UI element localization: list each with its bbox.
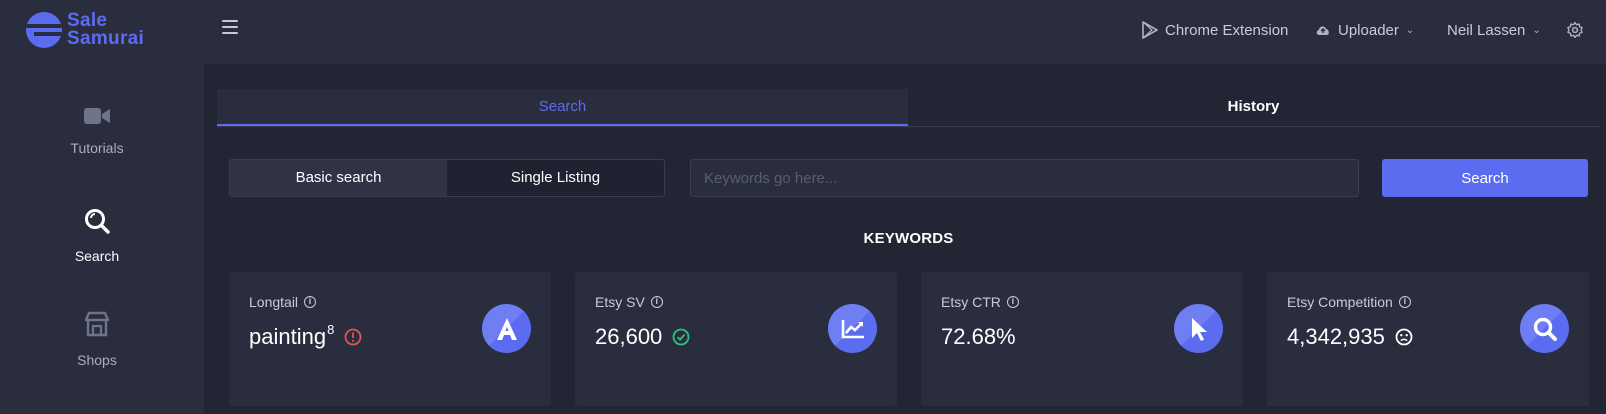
trend-chart-icon <box>828 304 877 353</box>
sidebar-item-tutorials[interactable]: Tutorials <box>0 106 194 156</box>
logo-text: Sale Samurai <box>67 10 145 49</box>
info-icon[interactable]: i <box>1398 296 1411 308</box>
main-tabs: Search History <box>217 89 1600 127</box>
chrome-extension-link[interactable]: Chrome Extension <box>1142 0 1288 60</box>
search-button[interactable]: Search <box>1382 159 1588 197</box>
card-value: 72.68% <box>941 324 1016 349</box>
search-icon <box>85 209 110 234</box>
uploader-dropdown[interactable]: Uploader ⌄ <box>1315 0 1414 60</box>
gear-icon <box>1567 21 1583 39</box>
cloud-upload-icon <box>1316 26 1329 35</box>
section-title: KEYWORDS <box>863 230 954 247</box>
samurai-logo-icon <box>26 12 62 48</box>
sidebar: Tutorials Search Shops <box>0 64 204 414</box>
store-icon <box>84 311 110 337</box>
sidebar-item-label: Shops <box>77 352 117 368</box>
user-menu[interactable]: Neil Lassen ⌄ <box>1447 0 1541 60</box>
check-circle-icon <box>672 328 690 346</box>
sidebar-item-label: Search <box>74 248 120 264</box>
info-icon[interactable]: i <box>304 296 317 308</box>
etsy-sv-card: Etsy SV i 26,600 <box>575 272 897 406</box>
chevron-down-icon: ⌄ <box>1532 24 1541 36</box>
chrome-extension-label: Chrome Extension <box>1165 21 1289 39</box>
card-label: Etsy CTR i <box>941 294 1019 310</box>
tab-search[interactable]: Search <box>217 89 908 126</box>
card-value: 4,342,935 <box>1287 324 1413 350</box>
sidebar-item-search[interactable]: Search <box>0 208 194 264</box>
basic-search-button[interactable]: Basic search <box>230 160 447 196</box>
card-label: Etsy Competition i <box>1287 294 1411 310</box>
chevron-down-icon: ⌄ <box>1405 24 1415 36</box>
etsy-ctr-card: Etsy CTR i 72.68% <box>921 272 1243 406</box>
card-label: Etsy SV i <box>595 294 663 310</box>
uploader-label: Uploader <box>1338 21 1399 39</box>
info-icon[interactable]: i <box>650 296 663 308</box>
magnifier-icon <box>1520 304 1569 353</box>
hamburger-icon[interactable] <box>222 20 238 36</box>
settings-button[interactable] <box>1566 0 1584 60</box>
cursor-icon <box>1174 304 1223 353</box>
user-name: Neil Lassen <box>1447 21 1526 39</box>
card-value: 26,600 <box>595 324 690 350</box>
keywords-input[interactable] <box>690 159 1359 197</box>
sidebar-item-label: Tutorials <box>70 140 124 156</box>
info-icon[interactable]: i <box>1006 296 1019 308</box>
alert-circle-icon <box>344 328 362 346</box>
etsy-competition-card: Etsy Competition i 4,342,935 <box>1267 272 1589 406</box>
search-mode-toggle: Basic search Single Listing <box>229 159 665 197</box>
top-bar: Sale Samurai Chrome Extension Uploader ⌄… <box>0 0 1606 64</box>
longtail-card: Longtail i painting 8 <box>229 272 551 406</box>
meh-face-icon <box>1395 328 1413 346</box>
video-camera-icon <box>84 108 110 124</box>
keyword-count: 8 <box>327 321 335 337</box>
play-store-icon <box>1142 21 1158 39</box>
sidebar-item-shops[interactable]: Shops <box>0 310 194 368</box>
single-listing-button[interactable]: Single Listing <box>447 160 664 196</box>
tab-history[interactable]: History <box>908 89 1599 126</box>
letter-a-icon <box>482 304 531 353</box>
card-label: Longtail i <box>249 294 317 310</box>
card-value: painting 8 <box>249 321 362 350</box>
logo[interactable]: Sale Samurai <box>26 10 145 49</box>
